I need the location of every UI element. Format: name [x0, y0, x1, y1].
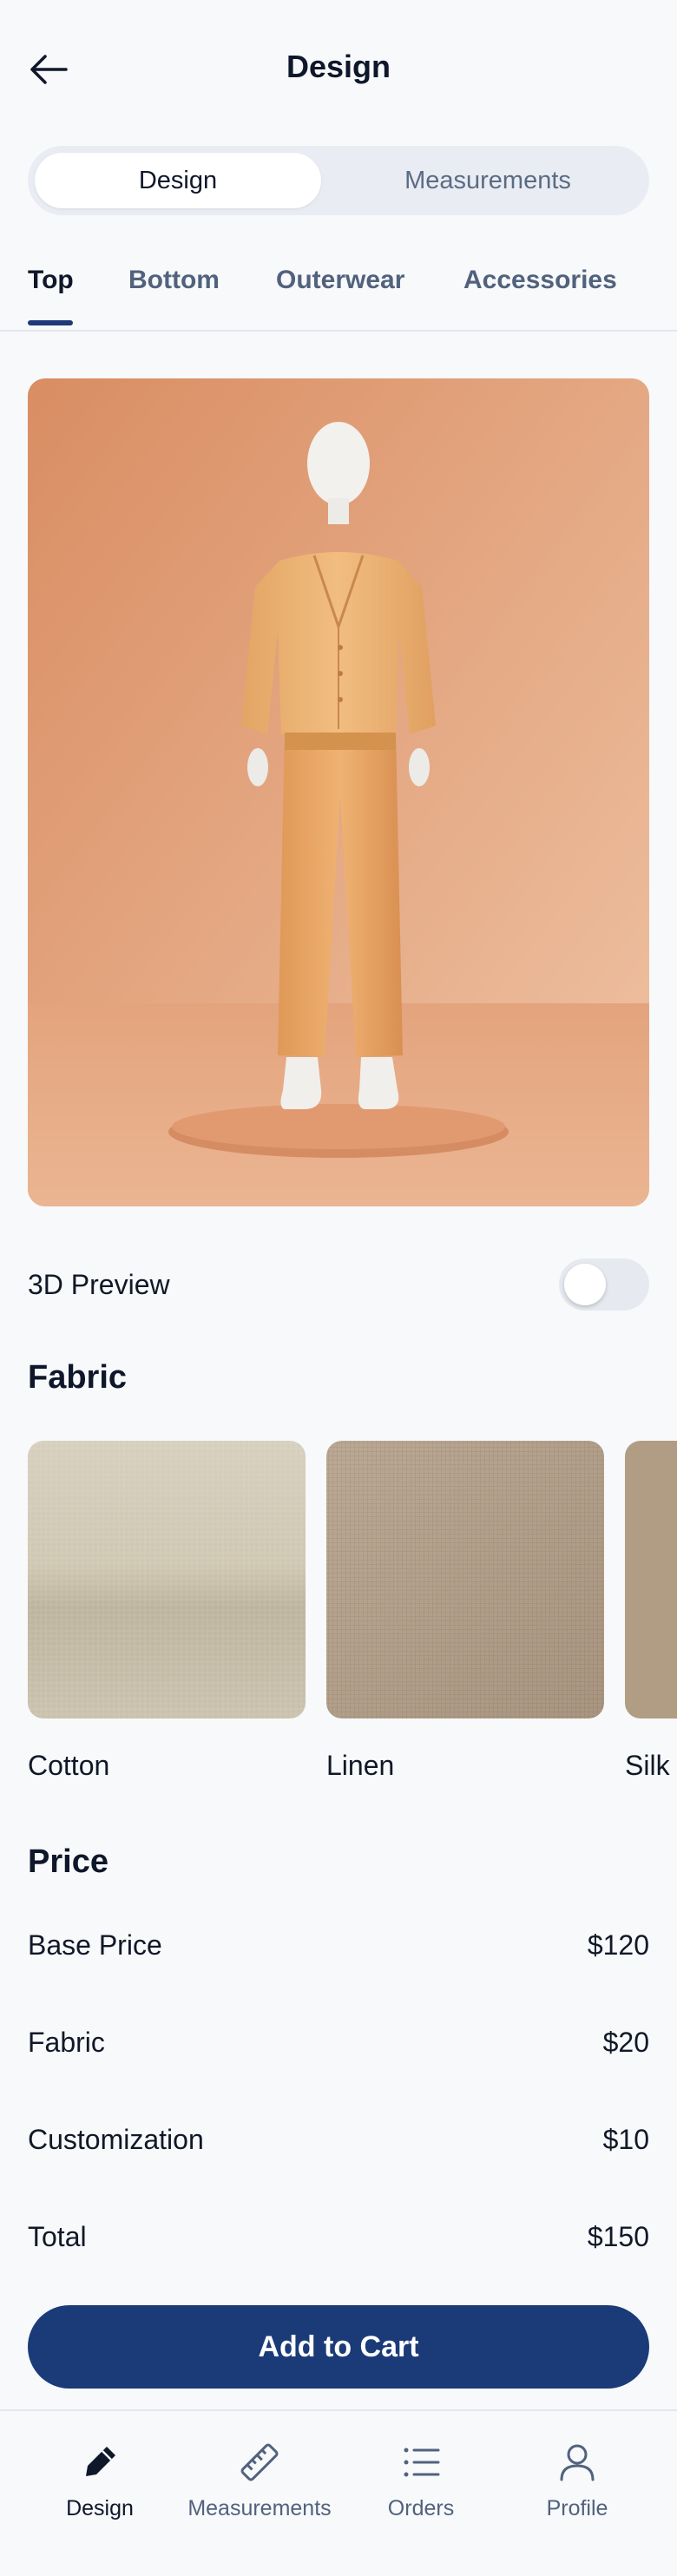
- preview-3d-label: 3D Preview: [28, 1268, 170, 1300]
- fabric-option-cotton[interactable]: Cotton: [28, 1441, 306, 1782]
- fabric-carousel: Cotton Linen Silk: [28, 1441, 677, 1788]
- pencil-icon: [86, 2447, 115, 2476]
- add-to-cart-button[interactable]: Add to Cart: [28, 2305, 649, 2389]
- list-icon: [404, 2448, 440, 2477]
- preview-3d-toggle[interactable]: [559, 1258, 649, 1311]
- price-value: $150: [587, 2220, 649, 2252]
- price-row-base: Base Price $120: [28, 1923, 649, 1967]
- active-tab-indicator: [28, 320, 73, 325]
- fabric-section-title: Fabric: [28, 1359, 128, 1396]
- fabric-label: Silk: [625, 1750, 670, 1781]
- price-label: Base Price: [28, 1929, 162, 1961]
- ruler-icon: [240, 2443, 279, 2481]
- fabric-label: Linen: [326, 1750, 395, 1781]
- price-section-title: Price: [28, 1843, 108, 1880]
- price-label: Fabric: [28, 2026, 105, 2058]
- price-row-total: Total $150: [28, 2215, 649, 2258]
- price-value: $20: [602, 2026, 649, 2058]
- page-title: Design: [286, 49, 391, 84]
- nav-label: Profile: [546, 2496, 608, 2520]
- nav-item-orders[interactable]: Orders: [338, 2437, 503, 2521]
- mode-switch: Design Measurements: [28, 146, 649, 215]
- nav-item-measurements[interactable]: Measurements: [177, 2437, 342, 2521]
- preview-3d-row: 3D Preview: [28, 1257, 649, 1312]
- fabric-option-silk[interactable]: Silk: [625, 1441, 677, 1782]
- fabric-option-linen[interactable]: Linen: [326, 1441, 604, 1782]
- fabric-swatch-silk: [625, 1441, 677, 1718]
- price-value: $10: [602, 2123, 649, 2155]
- user-icon: [560, 2444, 595, 2481]
- price-label: Total: [28, 2220, 87, 2252]
- bottom-nav: Design Measurements Orders Profile: [0, 2409, 677, 2576]
- price-value: $120: [587, 1929, 649, 1961]
- fabric-swatch-cotton: [28, 1441, 306, 1718]
- app-bar: Design: [0, 0, 677, 139]
- segment-measurements[interactable]: Measurements: [332, 153, 644, 208]
- segment-design[interactable]: Design: [35, 153, 321, 208]
- category-tabs: Top Bottom Outerwear Accessories: [0, 243, 677, 332]
- nav-label: Orders: [387, 2496, 455, 2520]
- tab-bottom[interactable]: Bottom: [128, 266, 220, 295]
- tab-top[interactable]: Top: [28, 266, 74, 295]
- tab-outerwear[interactable]: Outerwear: [276, 266, 404, 295]
- fabric-label: Cotton: [28, 1750, 110, 1781]
- price-row-customization: Customization $10: [28, 2118, 649, 2161]
- nav-label: Design: [66, 2496, 134, 2520]
- nav-item-profile[interactable]: Profile: [495, 2437, 660, 2521]
- price-label: Customization: [28, 2123, 204, 2155]
- fabric-swatch-linen: [326, 1441, 604, 1718]
- nav-label: Measurements: [187, 2496, 332, 2520]
- price-row-fabric: Fabric $20: [28, 2021, 649, 2064]
- tab-accessories[interactable]: Accessories: [463, 266, 617, 295]
- nav-item-design[interactable]: Design: [17, 2437, 182, 2521]
- garment-preview-image: [28, 378, 649, 1206]
- toggle-knob: [564, 1264, 606, 1305]
